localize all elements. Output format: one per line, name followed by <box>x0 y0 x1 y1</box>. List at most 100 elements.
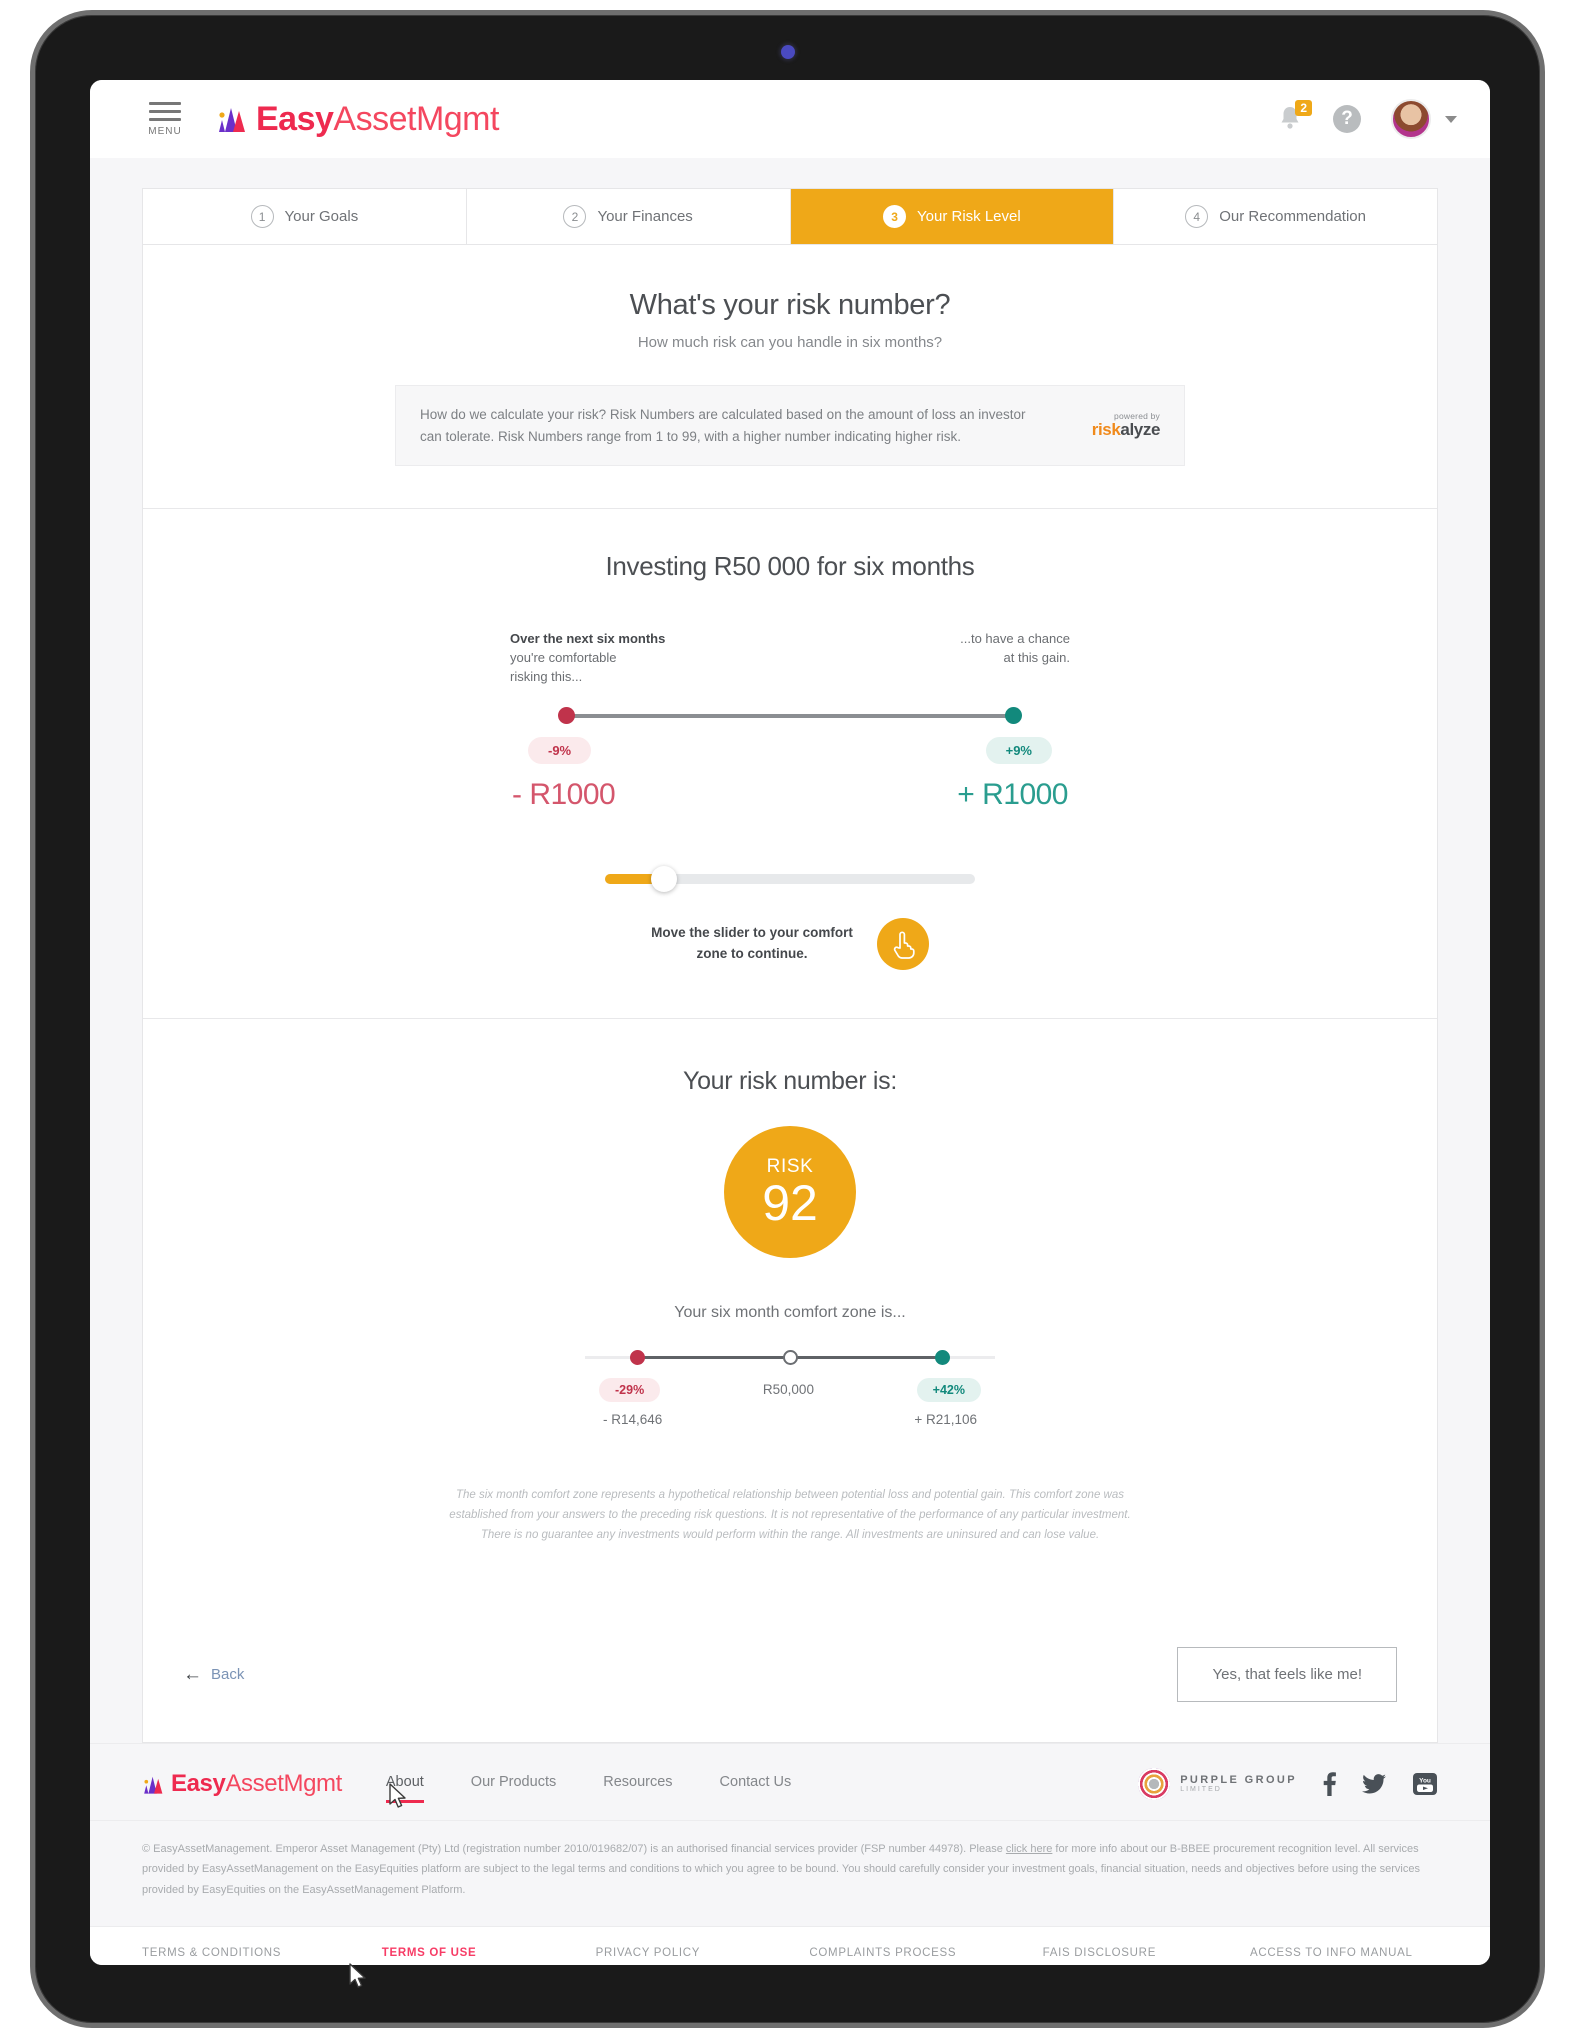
legal-link-fais-disclosure[interactable]: FAIS DISCLOSURE <box>1043 1947 1250 1959</box>
hamburger-icon <box>149 101 181 105</box>
notification-badge: 2 <box>1295 100 1312 116</box>
gain-amount: + R1000 <box>957 777 1068 811</box>
purple-group-text: PURPLE GROUP LIMITED <box>1180 1774 1297 1794</box>
info-box: How do we calculate your risk? Risk Numb… <box>395 385 1185 467</box>
risk-number-badge: RISK 92 <box>724 1125 856 1258</box>
slider-hint-line1: Move the slider to your comfort <box>651 925 853 941</box>
comfort-amount-row: - R14,646 + R21,106 <box>585 1412 995 1427</box>
facebook-icon[interactable] <box>1323 1772 1336 1797</box>
range-percent-row: -9% +9% <box>510 736 1070 764</box>
avatar[interactable] <box>1391 99 1431 139</box>
footer-link-resources[interactable]: Resources <box>603 1774 672 1795</box>
slider-thumb[interactable] <box>651 865 678 892</box>
confirm-risk-button[interactable]: Yes, that feels like me! <box>1177 1647 1397 1703</box>
range-right-labels: ...to have a chance at this gain. <box>960 630 1070 687</box>
loss-percent-badge: -9% <box>528 736 592 764</box>
risk-range-visual: Over the next six months you're comforta… <box>510 630 1070 812</box>
step-label: Your Risk Level <box>917 208 1021 225</box>
step-your-finances[interactable]: 2 Your Finances <box>467 189 791 244</box>
range-left-line3: risking this... <box>510 668 583 684</box>
comfort-loss-badge: -29% <box>599 1377 661 1402</box>
range-right-line1: ...to have a chance <box>960 631 1070 647</box>
info-text: How do we calculate your risk? Risk Numb… <box>420 407 1026 444</box>
footer-links: About Our Products Resources Contact Us <box>385 1774 792 1803</box>
brand-logo[interactable]: EasyAssetMgmt <box>216 102 499 136</box>
comfort-percent-row: -29% R50,000 +42% <box>585 1377 995 1402</box>
legal-links-bar: TERMS & CONDITIONS TERMS OF USE PRIVACY … <box>90 1926 1490 1965</box>
page-subtitle: How much risk can you handle in six mont… <box>637 334 943 351</box>
brand-text: EasyAssetMgmt <box>256 102 499 136</box>
investing-title: Investing R50 000 for six months <box>605 551 975 582</box>
riskalyze-logo: powered by riskalyze <box>1068 412 1161 440</box>
legal-link-terms-of-use[interactable]: TERMS OF USE <box>382 1947 596 1959</box>
tablet-frame: MENU EasyAssetMgmt 2 ? 1 Your Goals 2 Yo… <box>30 10 1545 2028</box>
intro-section: What's your risk number? How much risk c… <box>143 245 1437 510</box>
range-track <box>566 713 1014 718</box>
hand-pointer-button[interactable] <box>876 917 929 970</box>
footer-link-our-products[interactable]: Our Products <box>471 1774 556 1795</box>
range-right-line2: at this gain. <box>1003 650 1071 666</box>
wizard-card: 1 Your Goals 2 Your Finances 3 Your Risk… <box>142 188 1438 1744</box>
range-left-line1: Over the next six months <box>510 631 666 647</box>
screen: MENU EasyAssetMgmt 2 ? 1 Your Goals 2 Yo… <box>90 80 1490 1965</box>
risk-result-section: Your risk number is: RISK 92 Your six mo… <box>143 1019 1437 1585</box>
riskalyze-alyze: alyze <box>1120 420 1160 440</box>
chevron-down-icon[interactable] <box>1445 115 1457 123</box>
footer-brand-bold: Easy <box>171 1770 226 1798</box>
comfort-slider[interactable] <box>605 865 975 892</box>
camera-icon <box>780 45 795 59</box>
legal-link-terms-conditions[interactable]: TERMS & CONDITIONS <box>142 1947 382 1959</box>
action-row: ← Back Yes, that feels like me! <box>183 1647 1397 1703</box>
riskalyze-name: riskalyze <box>1068 420 1161 440</box>
comfort-bar <box>585 1348 995 1368</box>
step-number: 4 <box>1185 205 1209 228</box>
slider-track[interactable] <box>605 865 975 892</box>
hand-pointer-icon <box>893 931 915 959</box>
youtube-icon[interactable]: You <box>1412 1772 1438 1796</box>
back-button[interactable]: ← Back <box>183 1665 244 1684</box>
footer-link-contact-us[interactable]: Contact Us <box>720 1774 792 1795</box>
purple-group-rings-icon <box>1138 1768 1171 1801</box>
legal-link-access-to-info-manual[interactable]: ACCESS TO INFO MANUAL <box>1250 1947 1413 1959</box>
risk-badge-value: 92 <box>762 1174 818 1231</box>
footer-brand-text: EasyAssetMgmt <box>171 1772 342 1796</box>
legal-link-privacy-policy[interactable]: PRIVACY POLICY <box>596 1947 810 1959</box>
step-label: Our Recommendation <box>1219 208 1366 225</box>
footer-link-about[interactable]: About <box>385 1774 424 1803</box>
partner-name: PURPLE GROUP <box>1180 1774 1297 1787</box>
step-your-goals[interactable]: 1 Your Goals <box>143 189 467 244</box>
wizard-steps: 1 Your Goals 2 Your Finances 3 Your Risk… <box>143 189 1437 245</box>
range-gain-handle <box>1005 706 1022 724</box>
brand-bold: Easy <box>256 100 334 138</box>
twitter-icon[interactable] <box>1362 1774 1386 1794</box>
step-number: 2 <box>563 205 587 228</box>
footer-brand-light: AssetMgmt <box>225 1770 342 1798</box>
step-label: Your Finances <box>597 208 693 225</box>
help-button[interactable]: ? <box>1333 105 1361 133</box>
comfort-loss-amount: - R14,646 <box>603 1411 663 1427</box>
step-label: Your Goals <box>284 208 359 225</box>
footer-brand-logo[interactable]: EasyAssetMgmt <box>142 1772 342 1796</box>
step-your-risk-level[interactable]: 3 Your Risk Level <box>790 189 1115 244</box>
notifications-button[interactable]: 2 <box>1277 100 1312 134</box>
legal-click-here-link[interactable]: click here <box>1006 1843 1052 1855</box>
comfort-mid-handle <box>783 1349 798 1365</box>
arrow-left-icon: ← <box>183 1664 202 1686</box>
menu-button[interactable]: MENU <box>144 101 186 137</box>
slider-hint-row: Move the slider to your comfort zone to … <box>173 917 1407 970</box>
range-amount-row: - R1000 + R1000 <box>510 778 1070 812</box>
purple-group-logo[interactable]: PURPLE GROUP LIMITED <box>1138 1768 1297 1801</box>
loss-amount: - R1000 <box>512 777 616 811</box>
legal-text-part1: © EasyAssetManagement. Emperor Asset Man… <box>142 1843 1006 1856</box>
comfort-gain-badge: +42% <box>916 1377 981 1402</box>
footer-right: PURPLE GROUP LIMITED You <box>1138 1768 1438 1801</box>
range-labels: Over the next six months you're comforta… <box>510 630 1070 687</box>
partner-subtitle: LIMITED <box>1180 1786 1222 1794</box>
comfort-gain-handle <box>935 1349 950 1365</box>
comfort-gain-amount: + R21,106 <box>914 1411 977 1427</box>
hamburger-icon <box>149 109 181 113</box>
legal-link-complaints-process[interactable]: COMPLAINTS PROCESS <box>809 1947 1042 1959</box>
riskalyze-risk: risk <box>1091 420 1121 440</box>
step-our-recommendation[interactable]: 4 Our Recommendation <box>1114 189 1437 244</box>
range-left-labels: Over the next six months you're comforta… <box>510 630 665 687</box>
